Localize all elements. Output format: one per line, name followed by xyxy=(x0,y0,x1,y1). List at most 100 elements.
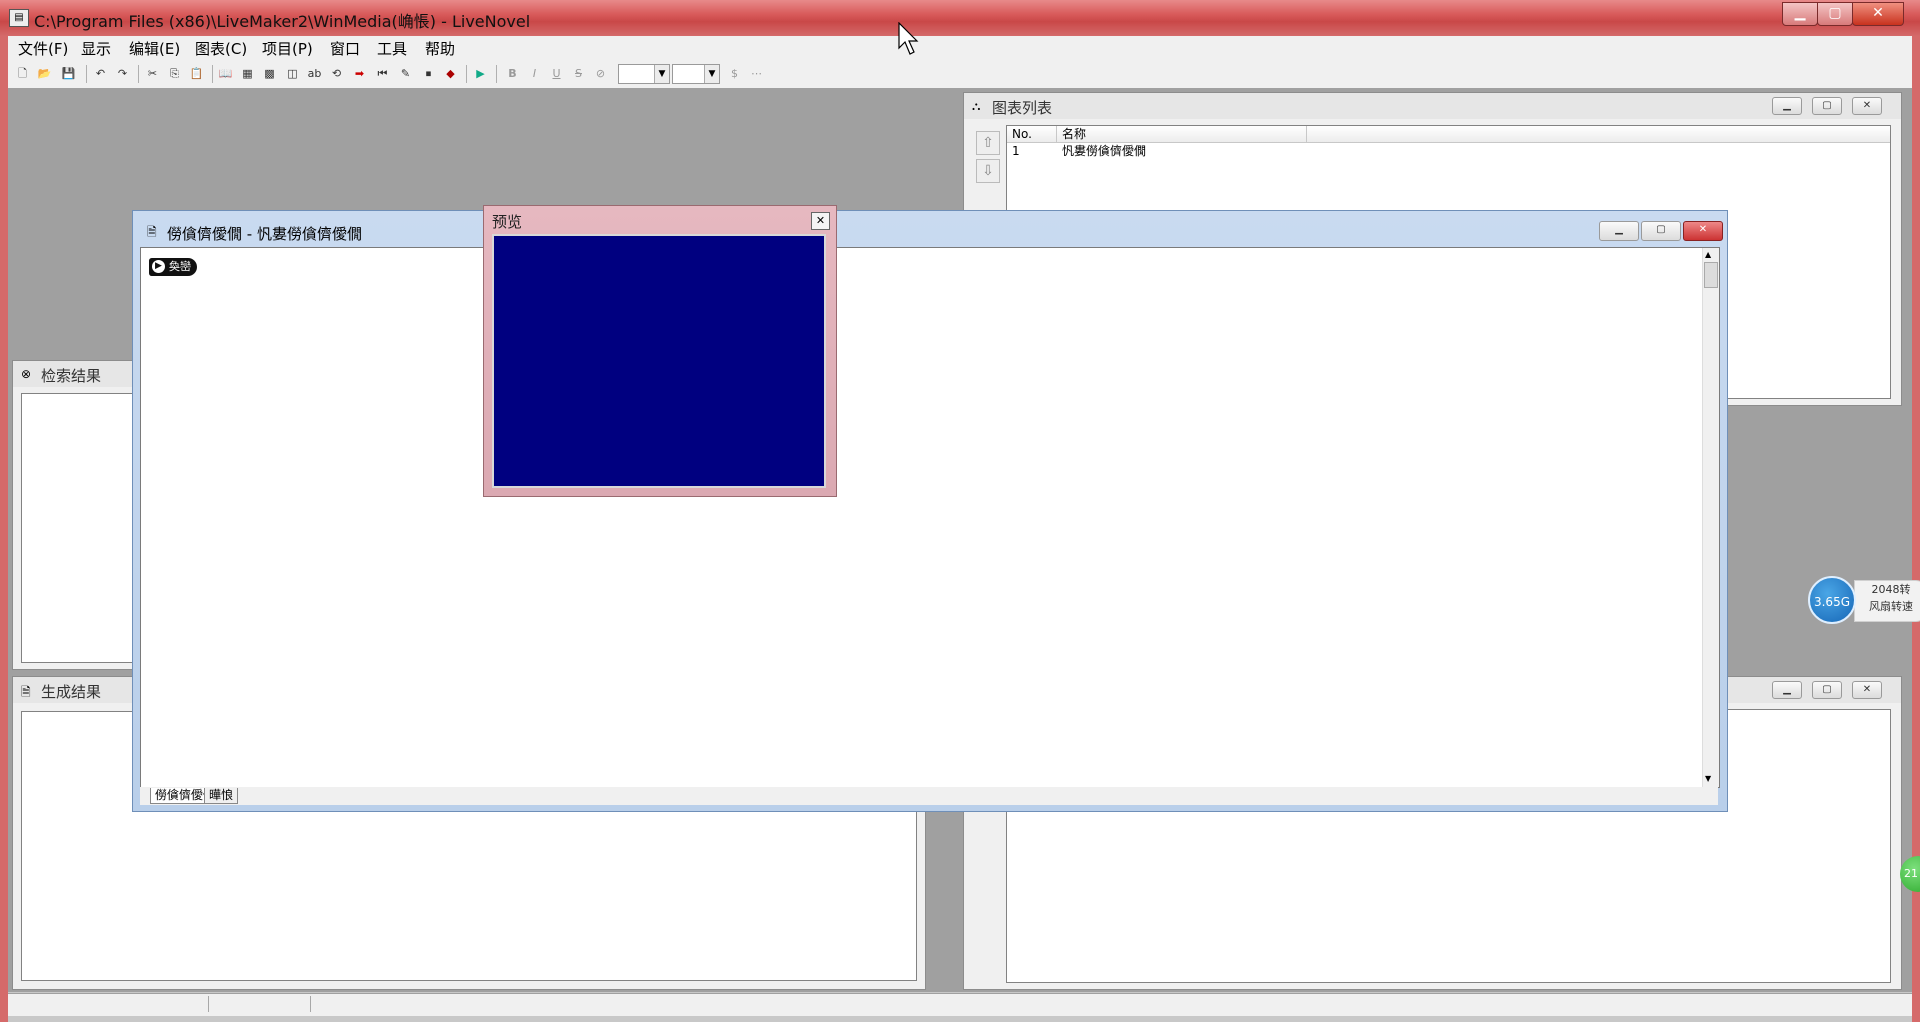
calculator-icon[interactable]: ▦ xyxy=(239,65,256,82)
cut-icon[interactable]: ✂ xyxy=(144,65,161,82)
binoculars-icon: ⊗ xyxy=(21,367,32,381)
toolbar-separator xyxy=(466,65,467,83)
stop-icon[interactable]: ⏹ xyxy=(420,65,437,82)
chart-list-header: No. 名称 xyxy=(1007,126,1890,143)
maximize-button[interactable]: ▢ xyxy=(1641,221,1681,241)
bold-button[interactable]: B xyxy=(504,65,521,82)
paste-icon[interactable]: 📋 xyxy=(188,65,205,82)
grid-icon[interactable]: ▩ xyxy=(261,65,278,82)
title-bar[interactable]: ▤ C:\Program Files (x86)\LiveMaker2\WinM… xyxy=(0,0,1920,36)
save-icon[interactable]: 💾 xyxy=(60,65,77,82)
window-frame-left xyxy=(0,36,8,1022)
close-button[interactable]: ✕ xyxy=(1852,2,1904,26)
fan-speed-info: 2048转 风扇转速 xyxy=(1854,580,1920,622)
column-name[interactable]: 名称 xyxy=(1057,126,1307,142)
minimize-button[interactable]: ▁ xyxy=(1599,221,1639,241)
scroll-up-icon[interactable]: ▲ xyxy=(1705,250,1711,259)
build-results-title: 生成结果 xyxy=(41,683,102,701)
close-button[interactable]: ✕ xyxy=(1852,681,1882,699)
menu-project[interactable]: 项目(P) xyxy=(258,38,317,59)
menu-window[interactable]: 窗口 xyxy=(326,38,364,59)
open-folder-icon[interactable]: 📂 xyxy=(36,65,53,82)
chart-list-title: 图表列表 xyxy=(992,99,1053,117)
fan-rpm: 2048转 xyxy=(1871,583,1911,596)
preview-screen[interactable] xyxy=(492,234,826,488)
chevron-down-icon: ▼ xyxy=(704,65,719,83)
tree-icon: ⛬ xyxy=(972,99,981,113)
vertical-scrollbar[interactable]: ▲ ▼ xyxy=(1702,248,1719,787)
eraser-icon[interactable]: ◆ xyxy=(442,65,459,82)
run-icon[interactable]: ▶ xyxy=(472,65,489,82)
undo-icon[interactable]: ↶ xyxy=(92,65,109,82)
minimize-button[interactable]: ▁ xyxy=(1772,681,1802,699)
script-editor-window: 🗎 僗僋儕僾僩 - 忛婁僗僋儕僾僩 ▁ ▢ ✕ ▶ 奐巒 ▲ ▼ 僗僋儕僾僩 曄… xyxy=(132,210,1728,812)
toolbar-separator xyxy=(496,65,497,83)
app-icon[interactable]: ▤ xyxy=(9,9,29,27)
editor-tab-strip: 僗僋儕僾僩 曄悢 xyxy=(140,787,1718,805)
scroll-thumb[interactable] xyxy=(1704,262,1718,288)
strikethrough-button[interactable]: S xyxy=(570,65,587,82)
search-results-title: 检索结果 xyxy=(41,367,102,385)
font-color-select[interactable]: ▼ xyxy=(672,64,720,84)
step-icon[interactable]: ✎ xyxy=(397,65,414,82)
minimize-button[interactable]: ▁ xyxy=(1772,97,1802,115)
toolbar-separator xyxy=(138,65,139,83)
chart-list-caption[interactable]: ⛬ 图表列表 ▁ ▢ ✕ xyxy=(964,93,1901,119)
jump-icon[interactable]: ⟲ xyxy=(328,65,345,82)
format-icon[interactable]: ⋯ xyxy=(748,65,765,82)
menu-file[interactable]: 文件(F) xyxy=(14,38,72,59)
toolbar-separator xyxy=(86,65,87,83)
minimize-button[interactable]: ▁ xyxy=(1782,2,1818,26)
status-pane xyxy=(8,996,209,1012)
book-icon[interactable]: 📖 xyxy=(217,65,234,82)
arrow-right-icon[interactable]: ➡ xyxy=(351,65,368,82)
menu-chart[interactable]: 图表(C) xyxy=(191,38,251,59)
close-button[interactable]: ✕ xyxy=(1852,97,1882,115)
underline-button[interactable]: U xyxy=(548,65,565,82)
font-size-select[interactable]: ▼ xyxy=(618,64,670,84)
toolbar-separator xyxy=(212,65,213,83)
list-item-name[interactable]: 忛婁僗僋儕僾僩 xyxy=(1062,144,1146,158)
editor-title: 僗僋儕僾僩 - 忛婁僗僋儕僾僩 xyxy=(167,225,362,243)
menu-edit[interactable]: 编辑(E) xyxy=(125,38,184,59)
rewind-icon[interactable]: ⏮ xyxy=(374,65,391,82)
ruby-icon[interactable]: $ xyxy=(726,65,743,82)
document-icon: 🗎 xyxy=(21,685,31,699)
new-file-icon[interactable]: 🗋 xyxy=(14,65,31,82)
mouse-cursor-icon xyxy=(898,22,919,55)
column-no[interactable]: No. xyxy=(1007,126,1057,142)
copy-icon[interactable]: ⎘ xyxy=(166,65,183,82)
redo-icon[interactable]: ↷ xyxy=(114,65,131,82)
move-down-icon[interactable]: ⇩ xyxy=(976,159,1000,183)
italic-button[interactable]: I xyxy=(526,65,543,82)
memory-ball[interactable]: 3.65G xyxy=(1808,576,1856,624)
close-button[interactable]: ✕ xyxy=(1683,221,1723,241)
status-pane xyxy=(312,996,1910,1012)
text-box-icon[interactable]: ab xyxy=(306,65,323,82)
maximize-button[interactable]: ▢ xyxy=(1817,2,1853,26)
link-icon[interactable]: ⊘ xyxy=(592,65,609,82)
play-icon: ▶ xyxy=(152,260,165,273)
chevron-down-icon: ▼ xyxy=(654,65,669,83)
close-button[interactable]: ✕ xyxy=(811,212,830,230)
menu-tools[interactable]: 工具 xyxy=(373,38,411,59)
menu-view[interactable]: 显示 xyxy=(77,38,115,59)
maximize-button[interactable]: ▢ xyxy=(1812,97,1842,115)
list-item-no[interactable]: 1 xyxy=(1012,144,1020,158)
menu-help[interactable]: 帮助 xyxy=(421,38,459,59)
toolbar: 🗋 📂 💾 ↶ ↷ ✂ ⎘ 📋 📖 ▦ ▩ ◫ ab ⟲ ➡ ⏮ ✎ ⏹ ◆ ▶… xyxy=(8,60,1912,89)
node-select-icon[interactable]: ◫ xyxy=(284,65,301,82)
scroll-down-icon[interactable]: ▼ xyxy=(1705,774,1711,783)
status-pane xyxy=(210,996,311,1012)
fan-speed-label: 风扇转速 xyxy=(1869,600,1913,613)
preview-window: 预览 ✕ xyxy=(483,205,837,497)
document-icon: 🗎 xyxy=(147,225,157,239)
maximize-button[interactable]: ▢ xyxy=(1812,681,1842,699)
script-canvas[interactable]: ▶ 奐巒 ▲ ▼ xyxy=(140,247,1720,788)
window-title: C:\Program Files (x86)\LiveMaker2\WinMed… xyxy=(34,12,531,31)
start-node-label: 奐巒 xyxy=(169,260,191,273)
move-up-icon[interactable]: ⇧ xyxy=(976,131,1000,155)
status-bar xyxy=(8,993,1912,1016)
tab-variables[interactable]: 曄悢 xyxy=(204,788,239,804)
start-node[interactable]: ▶ 奐巒 xyxy=(149,258,197,276)
